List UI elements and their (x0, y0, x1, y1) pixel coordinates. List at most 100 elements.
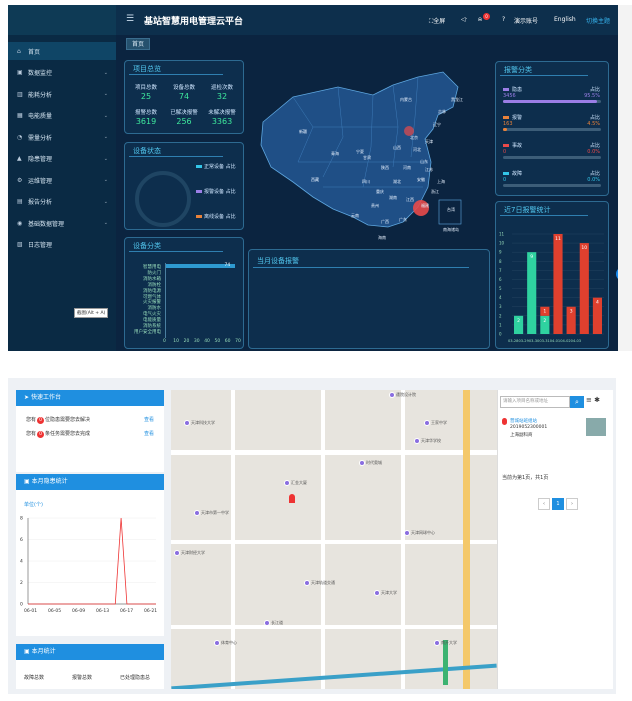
prev-page-button[interactable]: ‹ (538, 498, 550, 510)
province-label[interactable]: 西藏 (311, 177, 319, 183)
sidebar-item-6[interactable]: ⚙ 运维管理 ⌄ (8, 171, 116, 189)
province-label[interactable]: 河北 (413, 147, 421, 153)
next-page-button[interactable]: › (566, 498, 578, 510)
province-label[interactable]: 云南 (351, 213, 359, 219)
province-label[interactable]: 江苏 (425, 167, 433, 173)
todo-view-link[interactable]: 查看 (144, 430, 154, 437)
map-poi-pin-icon[interactable] (389, 392, 395, 398)
province-label[interactable]: 安徽 (417, 177, 425, 183)
sidebar-item-5[interactable]: ▲ 隐患管理 ⌄ (8, 150, 116, 168)
province-label[interactable]: 河南 (403, 165, 411, 171)
map-place-label[interactable]: 汇金大厦 (291, 480, 307, 486)
theme-switch[interactable]: 切换主题 (586, 16, 610, 25)
map-place-label[interactable]: 时代奥城 (366, 460, 382, 466)
alarm-count: 163 (503, 121, 513, 127)
settings-icon[interactable]: ✱ (594, 396, 600, 404)
result-thumbnail (586, 418, 606, 436)
province-label[interactable]: 广东 (399, 217, 407, 223)
province-label[interactable]: 天津 (425, 139, 433, 145)
account-menu[interactable]: 演示账号 (514, 16, 538, 25)
province-label[interactable]: 山西 (393, 145, 401, 151)
alarm-count: 0 (503, 149, 507, 155)
workbench-section: ➤ 快速工作台 您有 0 位隐患需要您去解决 查看 您有 0 条任务需要您去完成 查看 ▣ 本… (8, 378, 616, 694)
province-label[interactable]: 新疆 (299, 129, 307, 135)
province-label[interactable]: 广西 (381, 219, 389, 225)
map-poi-pin-icon[interactable] (359, 460, 365, 466)
sidebar-item-7[interactable]: ▤ 报告分析 ⌄ (8, 193, 116, 211)
province-label[interactable]: 江西 (406, 197, 414, 203)
map-poi-pin-icon[interactable] (374, 590, 380, 596)
province-label[interactable]: 湖南 (389, 195, 397, 201)
map-search-input[interactable]: 请输入项目名称或地址 (500, 396, 570, 408)
map-poi-pin-icon[interactable] (434, 640, 440, 646)
china-map[interactable]: 黑龙江 吉林 内蒙古 辽宁 北京 天津 新疆 宁夏 山西 河北 山东 青海 甘肃 陕西 河南 江苏 安徽 上海 西藏… (253, 67, 493, 253)
sidebar-item-2[interactable]: ▥ 能耗分析 ⌄ (8, 85, 116, 103)
menu-icon[interactable]: ☰ (126, 14, 134, 24)
device-class-tick: 60 (224, 339, 231, 344)
map-poi-pin-icon[interactable] (194, 510, 200, 516)
breadcrumb-tab-home[interactable]: 首页 (126, 38, 151, 50)
search-icon[interactable]: ⌕ (570, 396, 584, 408)
province-label[interactable]: 黑龙江 (451, 97, 463, 103)
map-poi-pin-icon[interactable] (414, 438, 420, 444)
province-label[interactable]: 上海 (437, 179, 445, 185)
map-place-label[interactable]: 天津市第一中学 (201, 510, 229, 516)
province-label[interactable]: 辽宁 (433, 122, 441, 128)
location-pin-icon[interactable] (289, 494, 295, 503)
province-label[interactable]: 四川 (362, 179, 370, 185)
fullscreen-button[interactable]: ⛶全屏 (429, 16, 445, 26)
province-label[interactable]: 内蒙古 (400, 97, 412, 103)
province-label[interactable]: 北京 (410, 135, 418, 141)
province-label[interactable]: 重庆 (376, 189, 384, 195)
map-place-label[interactable]: 天津轨道交通 (311, 580, 335, 586)
province-label[interactable]: 湖北 (393, 179, 401, 185)
map-poi-pin-icon[interactable] (264, 620, 270, 626)
map-poi-pin-icon[interactable] (174, 550, 180, 556)
map-place-label[interactable]: 天津财经大学 (181, 550, 205, 556)
page-1-button[interactable]: 1 (552, 498, 564, 510)
map-poi-pin-icon[interactable] (424, 420, 430, 426)
sidebar-item-3[interactable]: ▦ 电能质量 ⌄ (8, 107, 116, 125)
province-label[interactable]: 福建 (421, 203, 429, 209)
province-label[interactable]: 台湾 (447, 207, 455, 213)
map-place-label[interactable]: 天津网球中心 (411, 530, 435, 536)
language-switch[interactable]: English (554, 16, 576, 23)
sidebar-item-9[interactable]: ▧ 日志管理 (8, 236, 116, 254)
map-place-label[interactable]: 王家中学 (431, 420, 447, 426)
map-place-label[interactable]: 长江道 (271, 620, 283, 626)
todo-view-link[interactable]: 查看 (144, 416, 154, 423)
sidebar-item-8[interactable]: ◉ 基础数据管理 ⌄ (8, 214, 116, 232)
result-title[interactable]: 营城站班组站 (510, 418, 537, 424)
list-icon[interactable]: ≡ (586, 396, 592, 404)
map-place-label[interactable]: 天津华学校 (421, 438, 441, 444)
province-label[interactable]: 南海诸岛 (443, 227, 459, 233)
map-poi-pin-icon[interactable] (184, 420, 190, 426)
province-label[interactable]: 吉林 (438, 109, 446, 115)
chart-icon: ▥ (17, 90, 23, 98)
map-place-label[interactable]: 天津大学 (381, 590, 397, 596)
alarm-ratio-label: 占比 (589, 87, 600, 93)
bell-icon[interactable]: ⍾ 0 (478, 13, 490, 24)
sidebar-item-1[interactable]: ▣ 数据监控 ⌄ (8, 64, 116, 82)
map-place-label[interactable]: 天津科技大学 (191, 420, 215, 426)
sound-icon[interactable]: ◁ᐧ (461, 16, 467, 23)
sidebar-item-4[interactable]: ◔ 需量分析 ⌄ (8, 128, 116, 146)
map-place-label[interactable]: 体育中心 (221, 640, 237, 646)
province-label[interactable]: 贵州 (371, 203, 379, 209)
province-label[interactable]: 甘肃 (363, 155, 371, 161)
map-place-label[interactable]: 南开大学 (441, 640, 457, 646)
province-label[interactable]: 陕西 (381, 165, 389, 171)
map-poi-pin-icon[interactable] (284, 480, 290, 486)
todo-pre: 您有 (26, 431, 37, 437)
province-label[interactable]: 山东 (420, 159, 428, 165)
sidebar-item-0[interactable]: ⌂ 首页 (8, 42, 116, 60)
province-label[interactable]: 海南 (378, 235, 386, 241)
street-map[interactable]: 遭院设计院王家中学天津华学校天津市第一中学天津财经大学 汇金大厦 时代奥城天津网球中… (171, 390, 497, 689)
help-icon[interactable]: ? (502, 16, 505, 23)
map-poi-pin-icon[interactable] (404, 530, 410, 536)
province-label[interactable]: 浙江 (431, 189, 439, 195)
province-label[interactable]: 青海 (331, 151, 339, 157)
map-place-label[interactable]: 遭院设计院 (396, 392, 416, 398)
map-poi-pin-icon[interactable] (214, 640, 220, 646)
map-poi-pin-icon[interactable] (304, 580, 310, 586)
